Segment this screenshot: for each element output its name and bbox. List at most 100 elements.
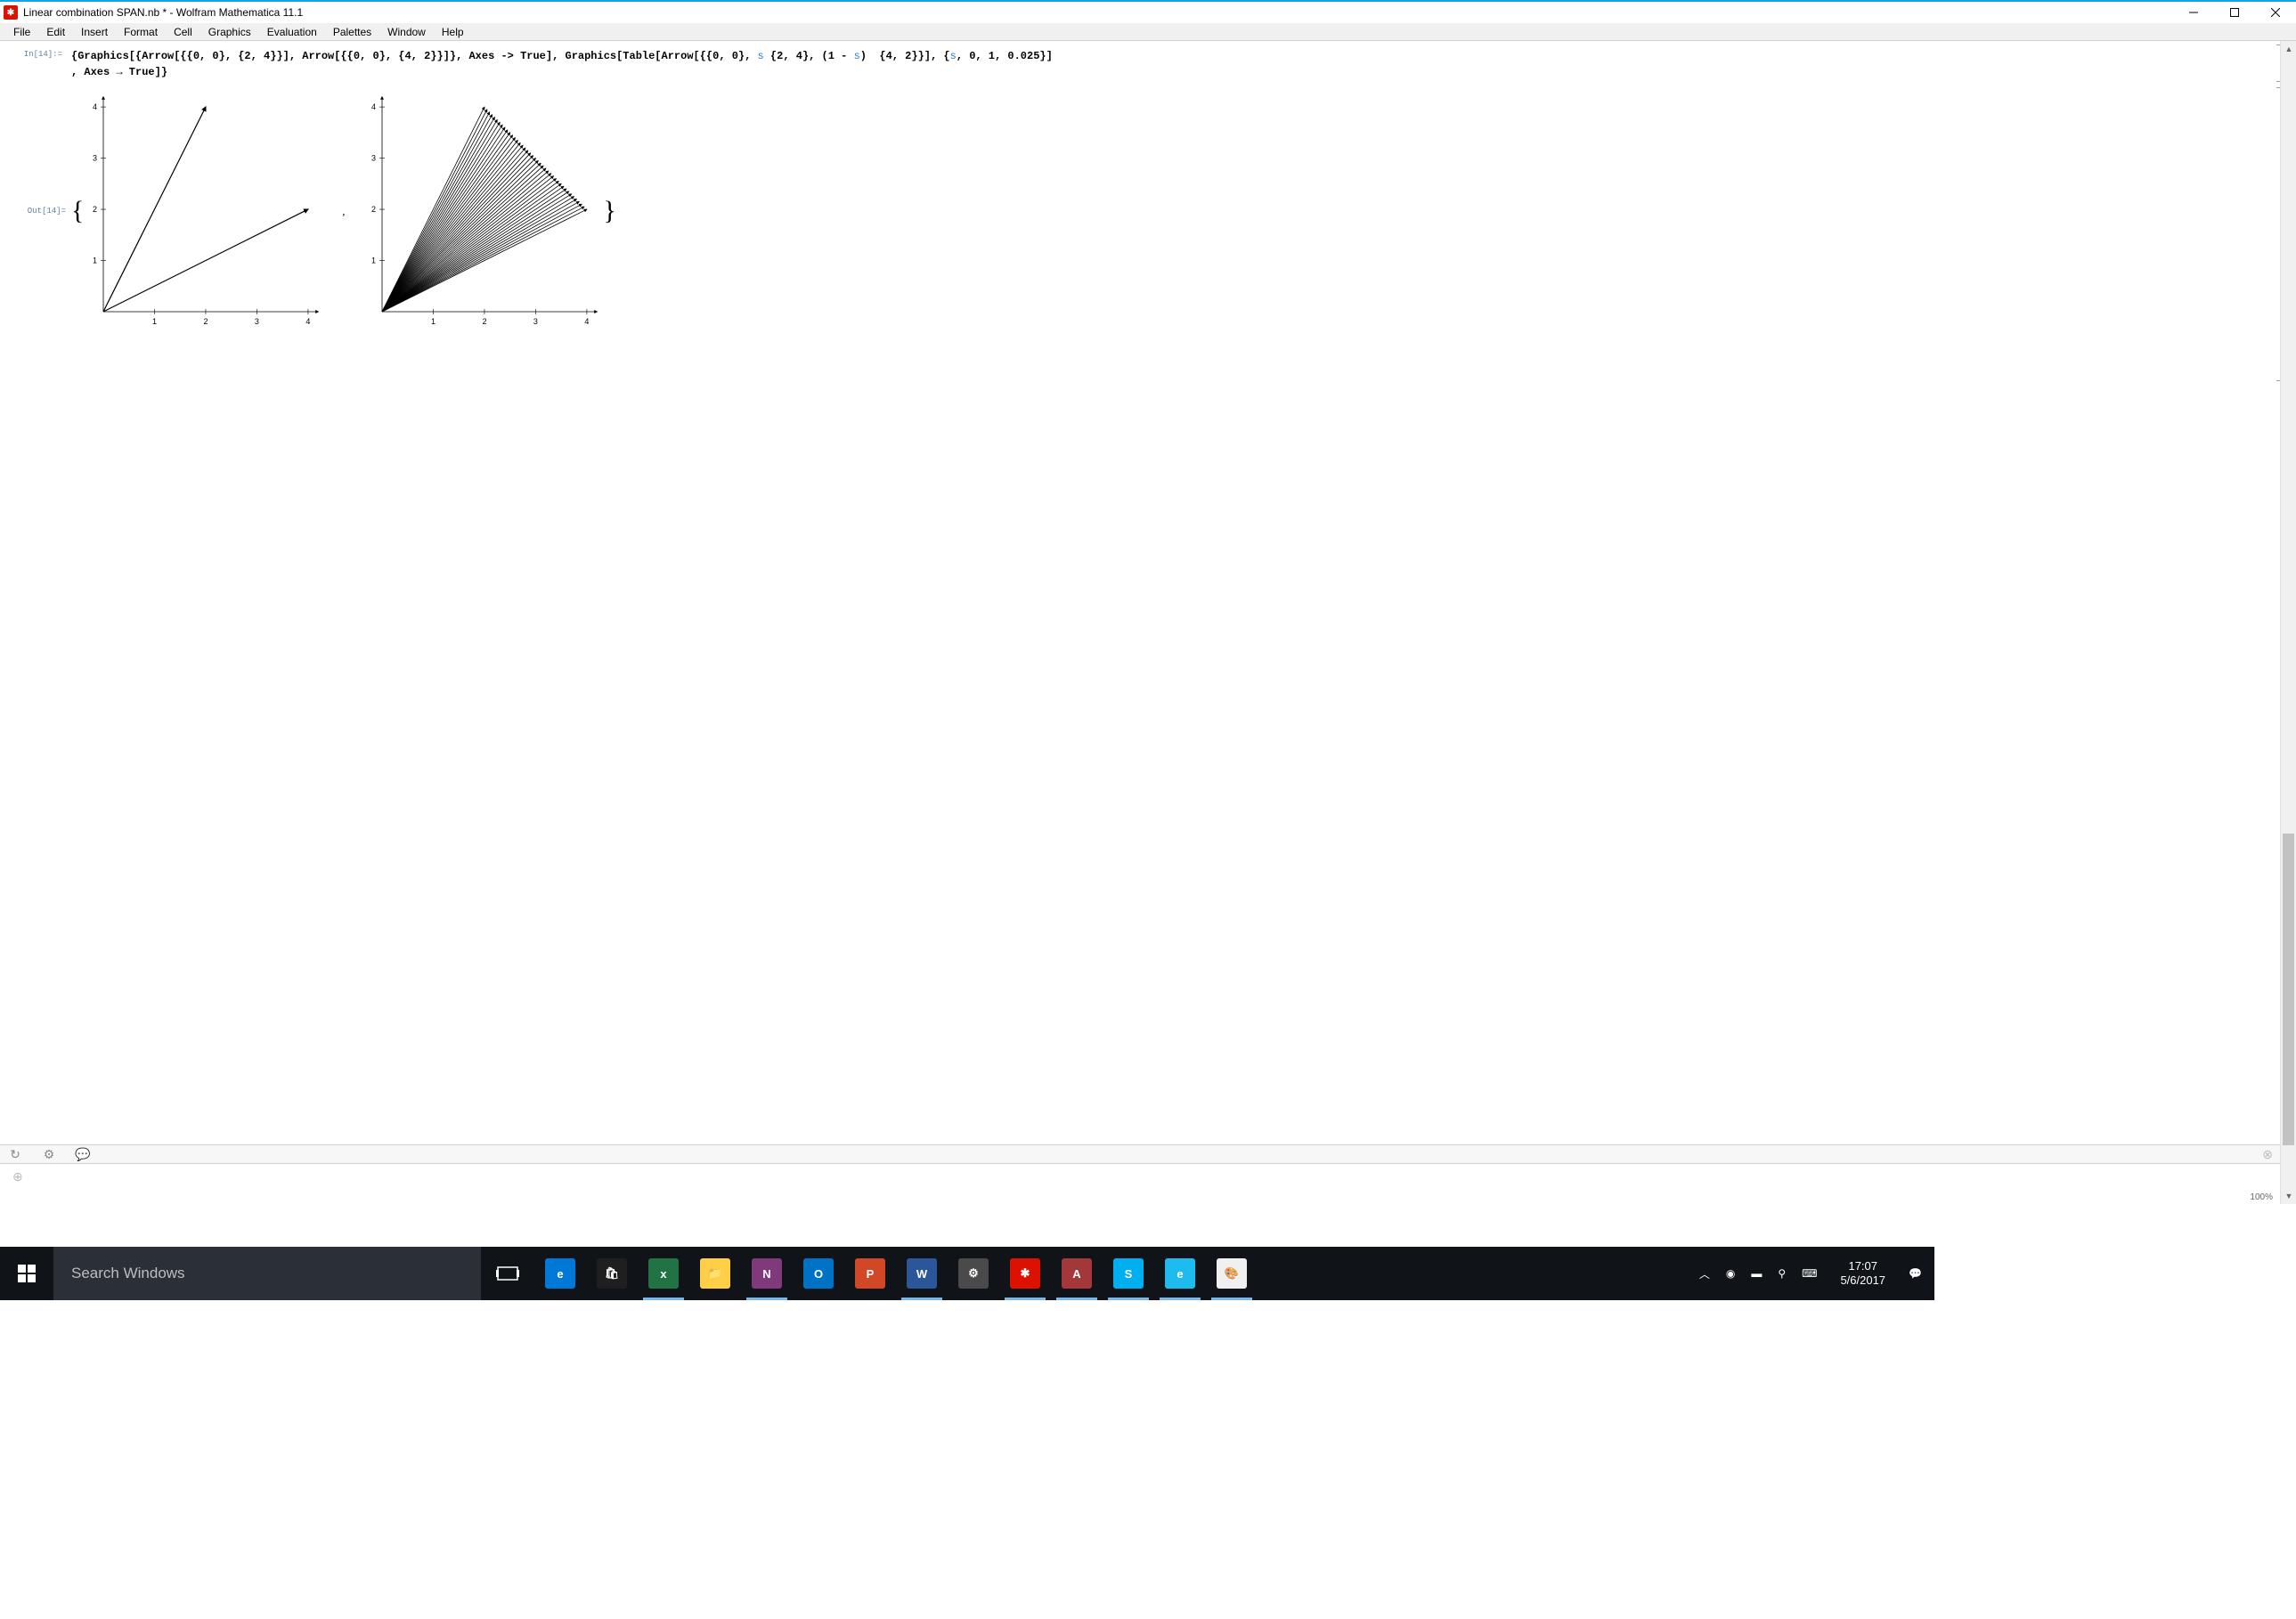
paint-icon: 🎨 (1217, 1258, 1247, 1289)
notebook-area[interactable]: In[14]:= {Graphics[{Arrow[{{0, 0}, {2, 4… (0, 41, 2296, 1204)
windows-icon (18, 1265, 36, 1282)
svg-text:1: 1 (93, 256, 97, 265)
zoom-label[interactable]: 100% (2250, 1192, 2273, 1202)
scroll-thumb[interactable] (2283, 834, 2294, 1145)
svg-text:4: 4 (371, 102, 376, 111)
search-placeholder: Search Windows (71, 1265, 185, 1282)
tray-battery-icon[interactable]: ▬ (1751, 1267, 1762, 1280)
svg-text:2: 2 (371, 205, 376, 214)
svg-text:3: 3 (255, 317, 259, 326)
notebook-toolbar: ↻ ⚙ 💬 ⊗ (0, 1144, 2280, 1164)
svg-text:1: 1 (152, 317, 157, 326)
scroll-down-arrow[interactable]: ▼ (2281, 1188, 2296, 1204)
svg-text:3: 3 (533, 317, 538, 326)
vertical-scrollbar[interactable]: ▲ ▼ (2280, 41, 2296, 1204)
mathematica-icon: ✱ (1010, 1258, 1040, 1289)
app-icon: ✱ (4, 5, 18, 20)
taskbar-app-paint[interactable]: 🎨 (1206, 1247, 1258, 1300)
taskview-icon (496, 1265, 519, 1282)
ie-icon: e (1165, 1258, 1195, 1289)
close-button[interactable] (2255, 1, 2296, 24)
svg-text:2: 2 (483, 317, 487, 326)
brace-right: } (603, 196, 615, 226)
excel-icon: x (648, 1258, 679, 1289)
menu-window[interactable]: Window (379, 24, 434, 40)
taskbar-app-mathematica[interactable]: ✱ (999, 1247, 1051, 1300)
window-title: Linear combination SPAN.nb * - Wolfram M… (23, 6, 303, 19)
scroll-up-arrow[interactable]: ▲ (2281, 41, 2296, 57)
menu-format[interactable]: Format (116, 24, 166, 40)
out-label: Out[14]= (18, 207, 71, 216)
in-label: In[14]:= (18, 48, 71, 80)
svg-text:4: 4 (585, 317, 590, 326)
taskbar-app-word[interactable]: W (896, 1247, 948, 1300)
taskbar-app-settings-gear[interactable]: ⚙ (948, 1247, 999, 1300)
onenote-icon: N (752, 1258, 782, 1289)
taskbar-app-edge[interactable]: e (534, 1247, 586, 1300)
edge-icon: e (545, 1258, 575, 1289)
output-cell[interactable]: Out[14]= { 1 2 3 4 1 2 3 4 , 1 2 3 4 1 2 3 4 } (0, 82, 2296, 340)
taskbar-app-access[interactable]: A (1051, 1247, 1103, 1300)
blank-area (0, 1300, 2296, 1619)
maximize-button[interactable] (2214, 1, 2255, 24)
input-code[interactable]: {Graphics[{Arrow[{{0, 0}, {2, 4}}], Arro… (71, 48, 1053, 80)
tray-keyboard-icon[interactable]: ⌨ (1802, 1267, 1817, 1280)
clock-date: 5/6/2017 (1840, 1273, 1885, 1288)
titlebar: ✱ Linear combination SPAN.nb * - Wolfram… (0, 0, 2296, 23)
clock-time: 17:07 (1840, 1259, 1885, 1273)
svg-text:1: 1 (371, 256, 376, 265)
menubar: File Edit Insert Format Cell Graphics Ev… (0, 23, 2296, 41)
menu-file[interactable]: File (5, 24, 38, 40)
new-cell-button[interactable]: ⊕ (0, 1164, 2280, 1184)
desktop-gap (0, 1204, 2296, 1222)
start-button[interactable] (0, 1247, 53, 1300)
taskbar-app-powerpoint[interactable]: P (844, 1247, 896, 1300)
taskbar: Search Windows e 🛍 x 📁 NOPW ⚙ ✱ ASe 🎨 ︿ ◉ ▬ ⚲ ⌨ … (0, 1247, 1934, 1300)
svg-text:4: 4 (306, 317, 311, 326)
word-icon: W (907, 1258, 937, 1289)
input-cell[interactable]: In[14]:= {Graphics[{Arrow[{{0, 0}, {2, 4… (0, 41, 2296, 82)
taskbar-app-excel[interactable]: x (638, 1247, 689, 1300)
reload-icon[interactable]: ↻ (7, 1146, 23, 1162)
clock[interactable]: 17:07 5/6/2017 (1833, 1259, 1893, 1289)
tray-sync-icon[interactable]: ◉ (1726, 1267, 1735, 1280)
plot-2[interactable]: 12341234 (362, 91, 603, 331)
svg-text:3: 3 (93, 154, 97, 163)
search-box[interactable]: Search Windows (53, 1247, 481, 1300)
taskbar-app-onenote[interactable]: N (741, 1247, 793, 1300)
menu-edit[interactable]: Edit (38, 24, 73, 40)
menu-insert[interactable]: Insert (73, 24, 116, 40)
svg-text:2: 2 (93, 205, 97, 214)
gear-icon[interactable]: ⚙ (41, 1146, 57, 1162)
output-comma: , (342, 205, 345, 218)
tray-network-icon[interactable]: ⚲ (1778, 1267, 1786, 1280)
svg-text:2: 2 (204, 317, 208, 326)
output-plots: 1 2 3 4 1 2 3 4 , 1 2 3 4 1 2 3 4 (84, 91, 603, 331)
task-view-button[interactable] (481, 1247, 534, 1300)
taskbar-app-store[interactable]: 🛍 (586, 1247, 638, 1300)
svg-text:4: 4 (93, 102, 97, 111)
powerpoint-icon: P (855, 1258, 885, 1289)
file-explorer-icon: 📁 (700, 1258, 730, 1289)
taskbar-app-ie[interactable]: e (1154, 1247, 1206, 1300)
system-tray: ︿ ◉ ▬ ⚲ ⌨ 17:07 5/6/2017 💬 (1699, 1259, 1934, 1289)
minimize-button[interactable] (2173, 1, 2214, 24)
menu-help[interactable]: Help (434, 24, 472, 40)
plot-1[interactable]: 1 2 3 4 1 2 3 4 (84, 91, 324, 331)
taskbar-app-skype[interactable]: S (1103, 1247, 1154, 1300)
svg-text:3: 3 (371, 154, 376, 163)
outlook-icon: O (803, 1258, 834, 1289)
brace-left: { (71, 196, 84, 226)
skype-icon: S (1113, 1258, 1144, 1289)
menu-palettes[interactable]: Palettes (325, 24, 379, 40)
taskbar-app-file-explorer[interactable]: 📁 (689, 1247, 741, 1300)
action-center-icon[interactable]: 💬 (1909, 1267, 1922, 1280)
menu-graphics[interactable]: Graphics (200, 24, 259, 40)
chat-icon[interactable]: 💬 (75, 1146, 91, 1162)
tray-chevron-icon[interactable]: ︿ (1699, 1266, 1710, 1281)
close-toolbar-icon[interactable]: ⊗ (2262, 1147, 2273, 1162)
menu-evaluation[interactable]: Evaluation (259, 24, 325, 40)
taskbar-app-outlook[interactable]: O (793, 1247, 844, 1300)
menu-cell[interactable]: Cell (166, 24, 200, 40)
settings-gear-icon: ⚙ (958, 1258, 989, 1289)
